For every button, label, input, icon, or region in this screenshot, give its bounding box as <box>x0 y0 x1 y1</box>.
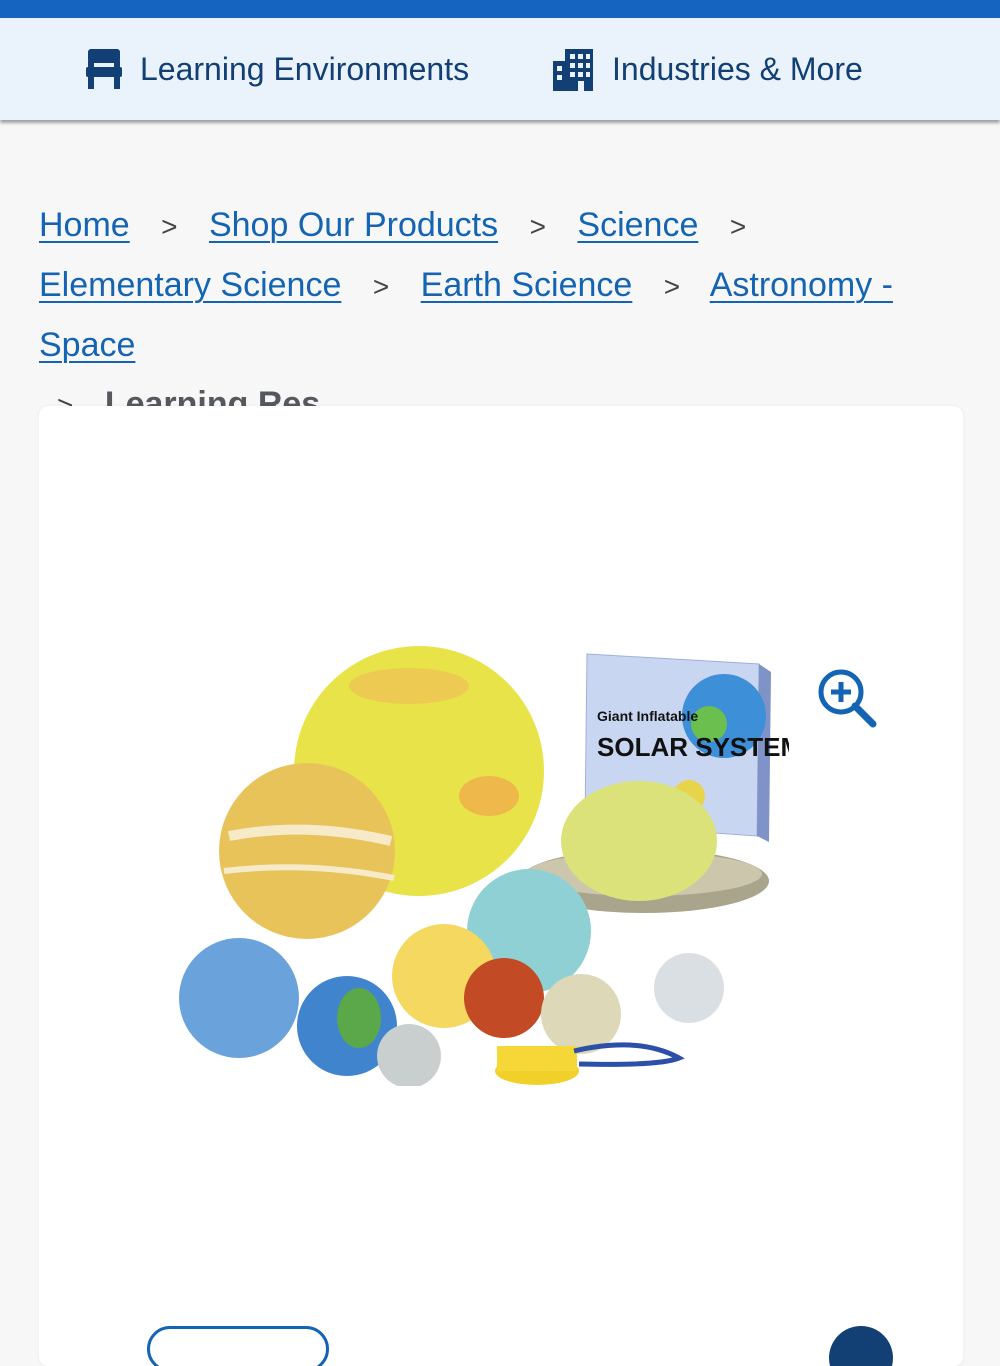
product-image-card: Giant Inflatable SOLAR SYSTEM <box>39 406 963 1366</box>
product-image[interactable]: Giant Inflatable SOLAR SYSTEM <box>169 646 789 1086</box>
breadcrumb-shop-our-products[interactable]: Shop Our Products <box>209 206 498 244</box>
saturn-ball <box>561 781 717 901</box>
mars-ball <box>464 958 544 1038</box>
breadcrumb: Home > Shop Our Products > Science > Ele… <box>39 196 979 435</box>
category-nav: Learning Environments Industries & More <box>0 18 1000 120</box>
neptune-ball <box>179 938 299 1058</box>
box-title-line1: Giant Inflatable <box>597 708 698 724</box>
breadcrumb-elementary-science[interactable]: Elementary Science <box>39 266 341 304</box>
chair-icon <box>86 49 122 89</box>
box-title-line2: SOLAR SYSTEM <box>597 732 789 762</box>
nav-industries-more[interactable]: Industries & More <box>550 18 863 120</box>
nav-learning-environments[interactable]: Learning Environments <box>84 18 469 120</box>
breadcrumb-separator: > <box>529 211 546 242</box>
top-accent-bar <box>0 0 1000 18</box>
zoom-in-icon[interactable] <box>815 666 879 730</box>
breadcrumb-separator: > <box>663 271 681 302</box>
breadcrumb-earth-science[interactable]: Earth Science <box>421 266 633 304</box>
nav-learning-label: Learning Environments <box>140 50 470 87</box>
breadcrumb-line-2: Elementary Science > Earth Science > Ast… <box>39 256 979 375</box>
moon-ball <box>377 1024 441 1086</box>
building-icon <box>553 49 593 91</box>
breadcrumb-separator: > <box>729 211 747 242</box>
breadcrumb-science[interactable]: Science <box>577 206 698 244</box>
image-nav-circle-button[interactable] <box>829 1326 893 1366</box>
image-nav-button[interactable] <box>147 1326 329 1366</box>
pluto-ball <box>654 953 724 1023</box>
nav-industries-label: Industries & More <box>612 50 863 87</box>
breadcrumb-line-1: Home > Shop Our Products > Science > <box>39 196 979 256</box>
jupiter-ball <box>219 763 395 939</box>
mercury-ball <box>541 974 621 1054</box>
breadcrumb-separator: > <box>372 271 390 302</box>
breadcrumb-separator: > <box>161 211 178 242</box>
breadcrumb-home[interactable]: Home <box>39 206 130 244</box>
